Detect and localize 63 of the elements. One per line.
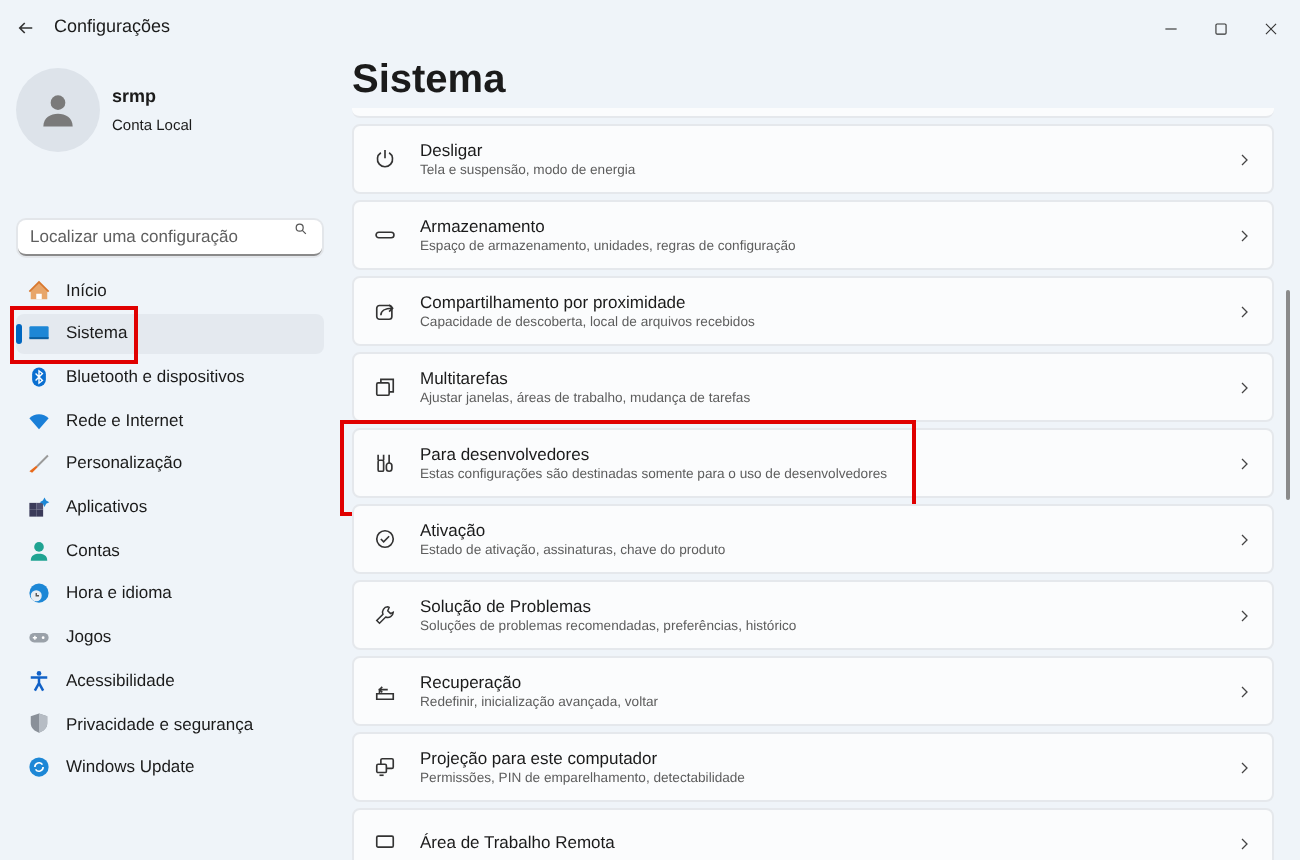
sidebar-item[interactable]: Aplicativos — [16, 486, 324, 527]
selection-indicator — [16, 323, 21, 344]
chevron-icon — [1236, 379, 1252, 395]
maximize-icon — [1212, 19, 1230, 37]
bluetooth-icon — [28, 365, 50, 388]
sidebar-item[interactable]: Acessibilidade — [16, 660, 324, 701]
card-title: Multitarefas — [420, 367, 510, 389]
card-title: Armazenamento — [420, 215, 547, 237]
sidebar-item[interactable]: Hora e idioma — [16, 573, 324, 614]
chevron-icon — [1236, 455, 1252, 471]
card-title: Área de Trabalho Remota — [420, 832, 617, 854]
sidebar-item[interactable]: Personalização — [16, 443, 324, 484]
sidebar-item[interactable]: Jogos — [16, 617, 324, 657]
wrench-icon — [374, 604, 396, 626]
sidebar-item[interactable]: Privacidade e segurança — [16, 703, 324, 744]
monitor-icon — [374, 832, 396, 854]
clock-globe-icon — [28, 582, 50, 605]
settings-card[interactable]: Área de Trabalho Remota — [352, 808, 1274, 860]
search-field[interactable]: Localizar uma configuração — [18, 219, 322, 255]
projection-icon — [374, 756, 396, 778]
house-icon — [28, 279, 50, 301]
brush-icon — [28, 452, 50, 475]
chevron-icon — [1236, 303, 1252, 319]
sidebar-item[interactable]: Início — [16, 270, 324, 310]
monitor-icon — [28, 322, 50, 345]
chevron-icon — [1236, 607, 1252, 623]
search-icon — [294, 222, 308, 236]
chevron-icon — [1236, 835, 1252, 851]
card-title: Solução de Problemas — [420, 595, 594, 617]
accessibility-icon — [28, 669, 50, 692]
chevron-icon — [1236, 683, 1252, 699]
check-circle-icon — [374, 528, 396, 550]
card-title: Ativação — [420, 519, 488, 541]
card-title: Para desenvolvedores — [420, 443, 592, 465]
person-icon — [28, 539, 50, 562]
power-icon — [374, 148, 396, 170]
window-title: Configurações — [54, 14, 171, 41]
card-title: Recuperação — [420, 671, 524, 693]
page-title: Sistema — [352, 56, 508, 106]
shield-icon — [28, 712, 50, 735]
card-title: Desligar — [420, 139, 485, 161]
close-icon — [1262, 19, 1280, 37]
share-icon — [374, 300, 396, 322]
apps-icon — [28, 495, 50, 518]
sidebar-item[interactable]: Bluetooth e dispositivos — [16, 356, 324, 397]
chevron-icon — [1236, 151, 1252, 167]
sidebar-item[interactable]: Rede e Internet — [16, 400, 324, 441]
sidebar-item[interactable]: Sistema — [16, 313, 324, 354]
recovery-icon — [374, 680, 396, 702]
scrollbar-thumb[interactable] — [1286, 290, 1290, 500]
chevron-icon — [1236, 759, 1252, 775]
sidebar-item[interactable]: Contas — [16, 530, 324, 571]
stacked-windows-icon — [374, 376, 396, 398]
chevron-icon — [1236, 227, 1252, 243]
sync-icon — [28, 756, 50, 779]
account-name: srmp — [112, 83, 159, 110]
tools-icon — [374, 452, 396, 474]
sidebar-item[interactable]: Windows Update — [16, 747, 324, 788]
card-title: Compartilhamento por proximidade — [420, 291, 688, 313]
chevron-icon — [1236, 531, 1252, 547]
wifi-icon — [28, 409, 50, 432]
back-arrow-icon — [16, 18, 36, 38]
card-title: Projeção para este computador — [420, 747, 660, 769]
